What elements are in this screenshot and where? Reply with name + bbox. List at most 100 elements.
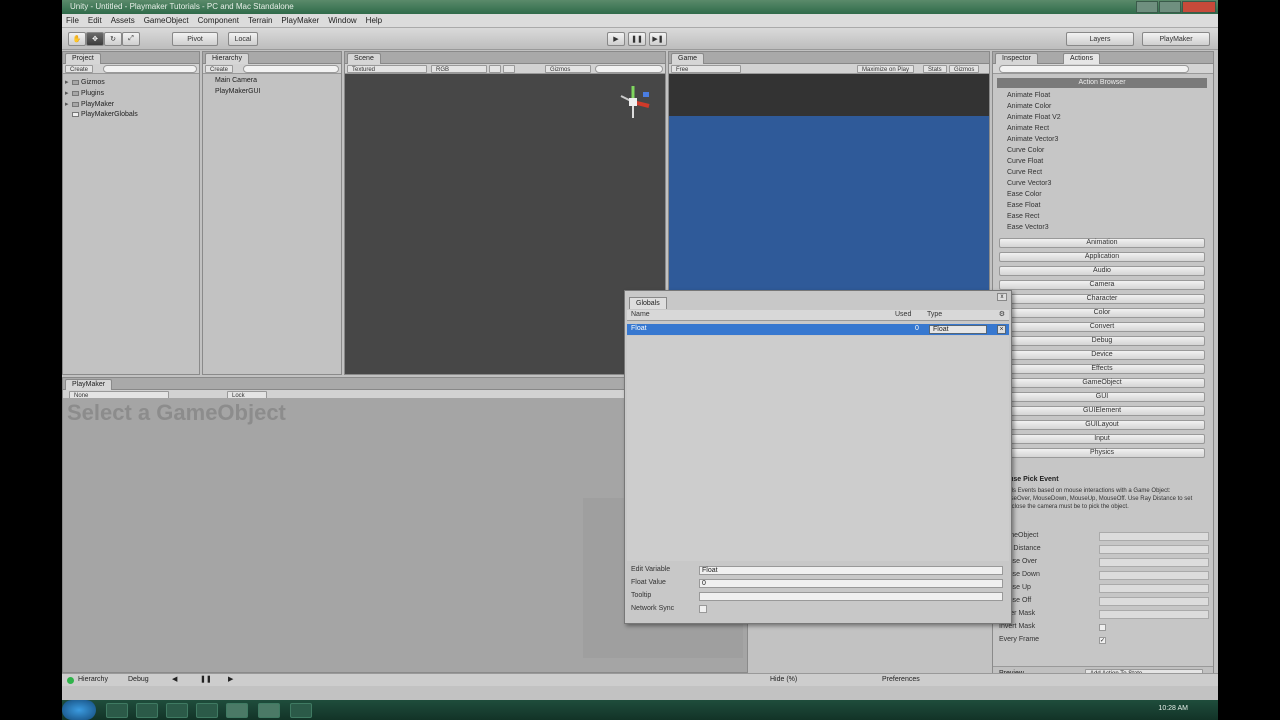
category-character-button[interactable]: Character	[999, 294, 1205, 304]
local-toggle[interactable]: Local	[228, 32, 258, 46]
prop-field[interactable]	[1099, 584, 1209, 593]
tab-scene[interactable]: Scene	[347, 53, 381, 64]
list-item[interactable]: Animate Rect	[1007, 125, 1049, 132]
game-view[interactable]	[669, 74, 989, 290]
prop-field[interactable]	[1099, 545, 1209, 554]
aspect-dropdown[interactable]: Free	[671, 65, 741, 73]
hand-tool-button[interactable]: ✋	[68, 32, 86, 46]
prev-icon[interactable]: ◀	[172, 675, 177, 683]
maximize-button[interactable]	[1159, 1, 1181, 13]
list-item[interactable]: Ease Rect	[1007, 213, 1039, 220]
hierarchy-status-tab[interactable]: Hierarchy	[78, 676, 108, 683]
pause-button[interactable]: ❚❚	[628, 32, 646, 46]
list-item[interactable]: Animate Float V2	[1007, 114, 1061, 121]
prop-field[interactable]	[1099, 558, 1209, 567]
edit-variable-input[interactable]: Float	[699, 566, 1003, 575]
menu-gameobject[interactable]: GameObject	[144, 16, 189, 25]
category-gui-button[interactable]: GUI	[999, 392, 1205, 402]
category-audio-button[interactable]: Audio	[999, 266, 1205, 276]
list-item[interactable]: Animate Color	[1007, 103, 1051, 110]
list-item[interactable]: Main Camera	[215, 77, 257, 84]
maximize-on-play-toggle[interactable]: Maximize on Play	[857, 65, 915, 73]
unity-taskbar-icon[interactable]	[226, 703, 248, 718]
table-row[interactable]: Float 0 Float ×	[627, 324, 1009, 335]
scale-tool-button[interactable]: ⤢	[122, 32, 140, 46]
scene-orientation-gizmo-icon[interactable]	[615, 80, 655, 124]
scene-search-input[interactable]	[595, 65, 663, 73]
menu-assets[interactable]: Assets	[111, 16, 135, 25]
float-value-input[interactable]: 0	[699, 579, 1003, 588]
explorer-icon[interactable]	[136, 703, 158, 718]
stats-toggle[interactable]: Stats	[923, 65, 947, 73]
list-item[interactable]: Animate Float	[1007, 92, 1050, 99]
menu-component[interactable]: Component	[198, 16, 239, 25]
layout-dropdown[interactable]: PlayMaker	[1142, 32, 1210, 46]
menu-terrain[interactable]: Terrain	[248, 16, 272, 25]
list-item[interactable]: ▸ Plugins	[65, 89, 104, 97]
tab-game[interactable]: Game	[671, 53, 705, 64]
menu-edit[interactable]: Edit	[88, 16, 102, 25]
move-tool-button[interactable]: ✥	[86, 32, 104, 46]
every-frame-checkbox[interactable]: ✓	[1099, 637, 1106, 644]
menu-help[interactable]: Help	[366, 16, 382, 25]
category-device-button[interactable]: Device	[999, 350, 1205, 360]
project-search-input[interactable]	[103, 65, 197, 73]
minimize-button[interactable]	[1136, 1, 1158, 13]
category-application-button[interactable]: Application	[999, 252, 1205, 262]
category-effects-button[interactable]: Effects	[999, 364, 1205, 374]
next-icon[interactable]: ▶	[228, 675, 233, 683]
category-convert-button[interactable]: Convert	[999, 322, 1205, 332]
layers-dropdown[interactable]: Layers	[1066, 32, 1134, 46]
media-player-icon[interactable]	[166, 703, 188, 718]
tab-hierarchy[interactable]: Hierarchy	[205, 53, 249, 64]
project-create-button[interactable]: Create	[65, 65, 94, 73]
category-color-button[interactable]: Color	[999, 308, 1205, 318]
render-mode-dropdown[interactable]: RGB	[431, 65, 487, 73]
category-camera-button[interactable]: Camera	[999, 280, 1205, 290]
category-animation-button[interactable]: Animation	[999, 238, 1205, 248]
pause-icon[interactable]: ❚❚	[200, 675, 212, 683]
scene-view[interactable]	[345, 74, 665, 374]
step-button[interactable]: ▶❚	[649, 32, 667, 46]
tooltip-input[interactable]	[699, 592, 1003, 601]
list-item[interactable]: Curve Rect	[1007, 169, 1042, 176]
tab-inspector[interactable]: Inspector	[995, 53, 1038, 64]
tab-actions[interactable]: Actions	[1063, 53, 1100, 64]
tab-project[interactable]: Project	[65, 53, 101, 64]
pivot-toggle[interactable]: Pivot	[172, 32, 218, 46]
play-button[interactable]: ▶	[607, 32, 625, 46]
tab-playmaker[interactable]: PlayMaker	[65, 379, 113, 390]
menu-window[interactable]: Window	[328, 16, 356, 25]
category-gameobject-button[interactable]: GameObject	[999, 378, 1205, 388]
close-icon[interactable]: x	[997, 293, 1007, 301]
start-button[interactable]	[62, 700, 96, 720]
category-physics-button[interactable]: Physics	[999, 448, 1205, 458]
prop-field[interactable]	[1099, 610, 1209, 619]
list-item[interactable]: Ease Vector3	[1007, 224, 1049, 231]
hide-toggle[interactable]: Hide (%)	[770, 676, 797, 683]
scene-gizmos-dropdown[interactable]: Gizmos	[545, 65, 591, 73]
ie-icon[interactable]	[106, 703, 128, 718]
variable-type-dropdown[interactable]: Float	[929, 325, 987, 334]
category-input-button[interactable]: Input	[999, 434, 1205, 444]
prop-field[interactable]	[1099, 571, 1209, 580]
hierarchy-search-input[interactable]	[243, 65, 339, 73]
app-icon[interactable]	[196, 703, 218, 718]
shading-dropdown[interactable]: Textured	[347, 65, 427, 73]
menu-playmaker[interactable]: PlayMaker	[281, 16, 319, 25]
debug-dropdown[interactable]: Debug	[128, 676, 149, 683]
light-toggle[interactable]	[489, 65, 501, 73]
tab-globals[interactable]: Globals	[629, 297, 667, 309]
game-gizmos-toggle[interactable]: Gizmos	[949, 65, 980, 73]
action-search-input[interactable]	[999, 65, 1189, 73]
close-button[interactable]	[1182, 1, 1216, 13]
settings-icon[interactable]: ⚙	[999, 310, 1005, 318]
list-item[interactable]: ▸ Gizmos	[65, 78, 105, 86]
delete-variable-icon[interactable]: ×	[997, 325, 1006, 334]
list-item[interactable]: Curve Float	[1007, 158, 1043, 165]
list-item[interactable]: Animate Vector3	[1007, 136, 1058, 143]
category-guielement-button[interactable]: GUIElement	[999, 406, 1205, 416]
menu-file[interactable]: File	[66, 16, 79, 25]
preferences-button[interactable]: Preferences	[882, 676, 920, 683]
prop-field[interactable]	[1099, 532, 1209, 541]
